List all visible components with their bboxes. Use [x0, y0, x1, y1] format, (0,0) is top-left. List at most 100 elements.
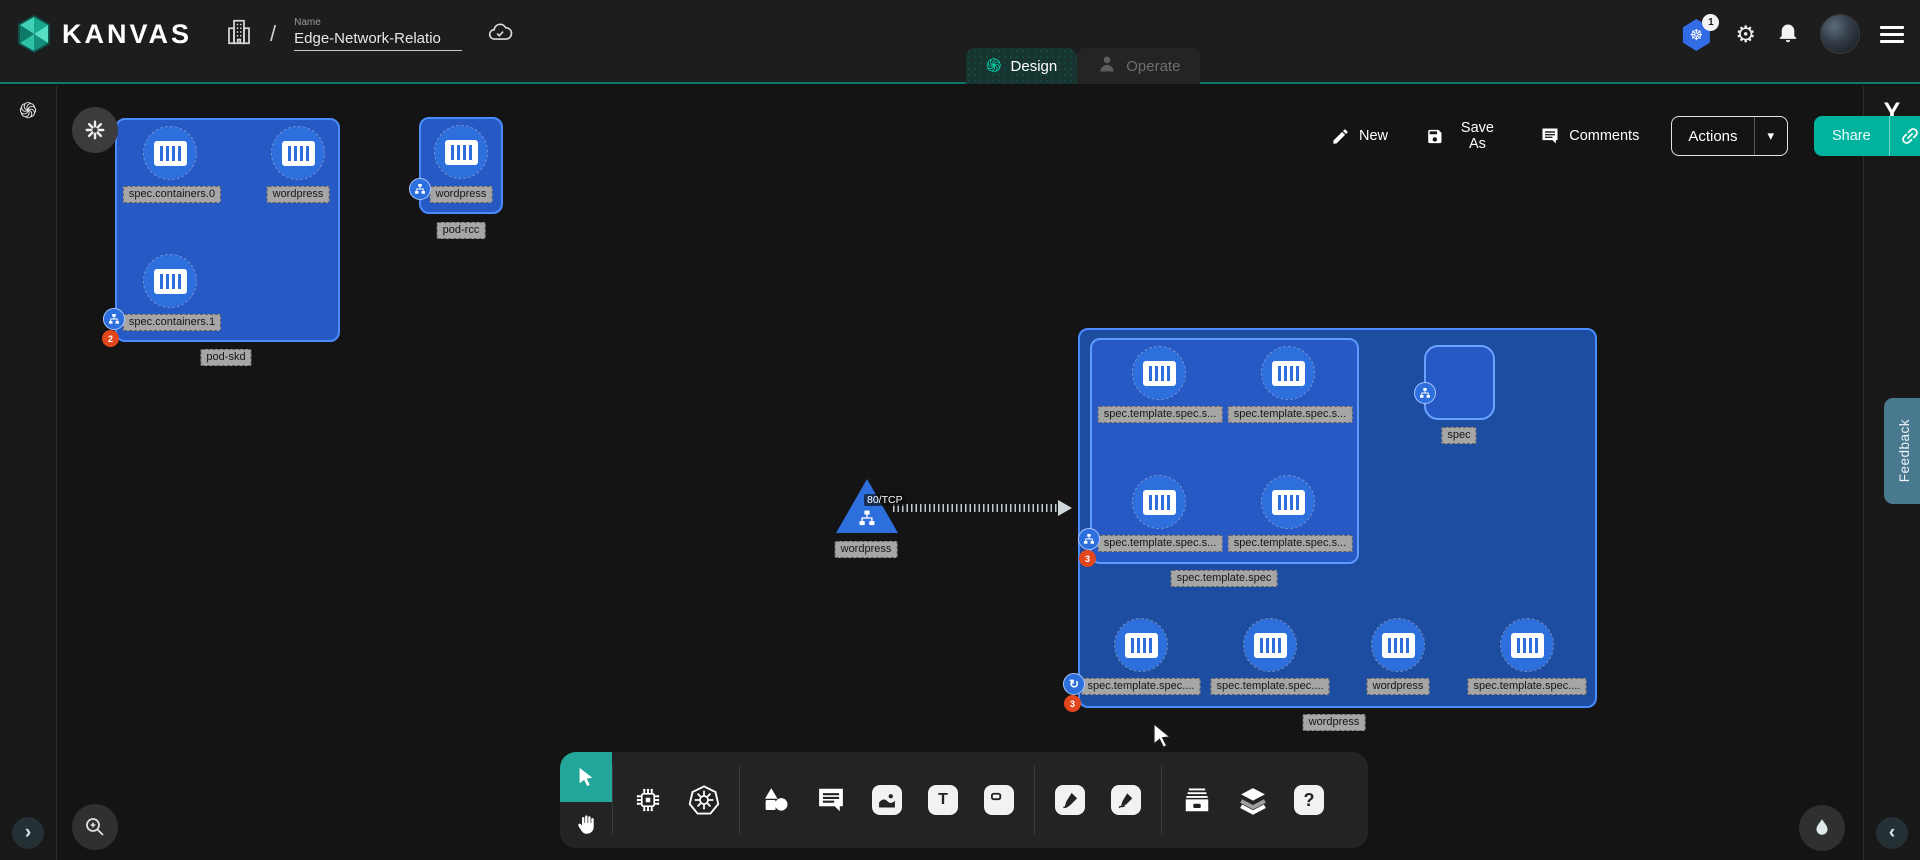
design-action-bar: New Save As Comments Actions ▾ Share: [1325, 116, 1920, 156]
container-icon: [1143, 361, 1176, 386]
link-icon: [1899, 125, 1920, 147]
spec-template-issue-badge[interactable]: 3: [1079, 550, 1096, 567]
spec-node-label[interactable]: spec: [1441, 427, 1476, 444]
node-label[interactable]: spec.containers.0: [123, 186, 221, 203]
node-label[interactable]: spec.template.spec.s...: [1098, 406, 1223, 423]
sketch-tool[interactable]: [1110, 784, 1142, 816]
node-spec-template-4[interactable]: [1262, 476, 1314, 528]
node-label[interactable]: wordpress: [430, 186, 493, 203]
drawer-tool[interactable]: [1181, 784, 1213, 816]
node-label[interactable]: spec.template.spec....: [1468, 678, 1587, 695]
question-mark-icon: ?: [1294, 785, 1324, 815]
service-label[interactable]: wordpress: [835, 541, 898, 558]
tab-design[interactable]: ֍ Design: [966, 48, 1077, 84]
kubernetes-context-switcher[interactable]: ☸ 1: [1681, 16, 1715, 52]
node-label[interactable]: spec.template.spec.s...: [1228, 535, 1353, 552]
group-spec-template-spec[interactable]: [1090, 338, 1359, 564]
settings-gear-icon[interactable]: ⚙: [1735, 23, 1756, 46]
group-label-pod-skd[interactable]: pod-skd: [200, 349, 251, 366]
node-spec[interactable]: [1424, 345, 1495, 420]
note-tool[interactable]: [983, 784, 1015, 816]
comments-button[interactable]: Comments: [1534, 125, 1645, 147]
media-tool[interactable]: [871, 784, 903, 816]
node-pod-skd-wordpress[interactable]: [272, 127, 324, 179]
help-tool[interactable]: ?: [1293, 784, 1325, 816]
ink-droplet-button[interactable]: [1799, 805, 1845, 851]
design-name-input[interactable]: [294, 29, 462, 51]
rotate-glyph: ↻: [1069, 677, 1079, 691]
mouse-cursor: [1150, 722, 1176, 752]
menu-hamburger-icon[interactable]: [1880, 26, 1904, 43]
actions-button[interactable]: Actions: [1672, 117, 1753, 155]
node-deployment-bottom-3[interactable]: [1372, 619, 1424, 671]
service-edge[interactable]: [893, 504, 1061, 512]
node-label[interactable]: spec.template.spec.s...: [1098, 535, 1223, 552]
select-arrow-icon: [575, 766, 597, 788]
node-deployment-bottom-2[interactable]: [1244, 619, 1296, 671]
select-tool-button[interactable]: [560, 752, 612, 802]
node-label[interactable]: spec.template.spec....: [1082, 678, 1201, 695]
container-icon: [1511, 633, 1544, 658]
pod-skd-relationship-icon[interactable]: [103, 308, 125, 330]
kubernetes-wheel-icon: ☸: [1690, 26, 1703, 44]
shapes-tool[interactable]: [759, 784, 791, 816]
actions-dropdown-toggle[interactable]: ▾: [1754, 117, 1787, 155]
meshery-spiral-icon[interactable]: ֍: [19, 100, 37, 122]
group-label-pod-rcc[interactable]: pod-rcc: [437, 222, 486, 239]
node-label[interactable]: spec.containers.1: [123, 314, 221, 331]
pan-tool-button[interactable]: [560, 802, 612, 848]
node-label[interactable]: spec.template.spec.s...: [1228, 406, 1353, 423]
canvas-widget-button[interactable]: [72, 107, 118, 153]
spec-template-relationship-icon[interactable]: [1078, 528, 1100, 550]
deployment-issue-badge[interactable]: 3: [1064, 695, 1081, 712]
layers-tool[interactable]: [1237, 784, 1269, 816]
node-deployment-bottom-4[interactable]: [1501, 619, 1553, 671]
spec-relationship-icon[interactable]: [1414, 382, 1436, 404]
node-spec-containers-1[interactable]: [144, 255, 196, 307]
share-button[interactable]: Share: [1814, 116, 1889, 156]
kubernetes-tool[interactable]: [688, 784, 720, 816]
group-label-spec-template[interactable]: spec.template.spec: [1171, 570, 1278, 587]
container-icon: [445, 140, 478, 165]
notifications-bell-icon[interactable]: [1776, 19, 1800, 50]
container-icon: [1254, 633, 1287, 658]
node-spec-template-3[interactable]: [1133, 476, 1185, 528]
pod-skd-issue-badge[interactable]: 2: [102, 330, 119, 347]
expand-left-panel-button[interactable]: ›: [12, 817, 44, 849]
node-deployment-bottom-1[interactable]: [1115, 619, 1167, 671]
kubernetes-context-badge: 1: [1702, 14, 1719, 31]
save-as-button[interactable]: Save As: [1420, 119, 1508, 153]
save-as-button-label: Save As: [1453, 120, 1503, 152]
deployment-rotate-icon[interactable]: ↻: [1063, 673, 1085, 695]
pen-tool[interactable]: [1054, 784, 1086, 816]
kanvas-logo[interactable]: KANVAS: [16, 14, 192, 54]
mesh-components-tool[interactable]: [632, 784, 664, 816]
copy-link-button[interactable]: [1889, 116, 1920, 156]
pod-rcc-relationship-icon[interactable]: [409, 178, 431, 200]
node-pod-rcc-wordpress[interactable]: [435, 126, 487, 178]
node-label[interactable]: wordpress: [267, 186, 330, 203]
edge-port-label[interactable]: 80/TCP: [864, 494, 906, 506]
organization-building-icon[interactable]: [224, 16, 254, 53]
comment-tool[interactable]: [815, 784, 847, 816]
collapse-right-panel-button[interactable]: ‹: [1876, 817, 1908, 849]
zoom-in-button[interactable]: [72, 804, 118, 850]
node-label[interactable]: spec.template.spec....: [1211, 678, 1330, 695]
left-rail: ֍ ›: [0, 86, 57, 860]
chip-icon: [633, 785, 663, 815]
node-service-wordpress[interactable]: [836, 479, 898, 533]
user-avatar[interactable]: [1820, 14, 1860, 54]
new-button-label: New: [1359, 128, 1388, 144]
feedback-tab[interactable]: Feedback: [1884, 398, 1920, 504]
tab-operate[interactable]: Operate: [1077, 48, 1200, 84]
logo-wordmark: KANVAS: [62, 19, 192, 50]
node-spec-template-2[interactable]: [1262, 347, 1314, 399]
node-label[interactable]: wordpress: [1367, 678, 1430, 695]
kanvas-app: KANVAS / Name: [0, 0, 1920, 860]
tab-operate-label: Operate: [1126, 58, 1180, 75]
text-tool[interactable]: T: [927, 784, 959, 816]
new-button[interactable]: New: [1325, 126, 1394, 147]
group-label-deployment[interactable]: wordpress: [1303, 714, 1366, 731]
node-spec-containers-0[interactable]: [144, 127, 196, 179]
node-spec-template-1[interactable]: [1133, 347, 1185, 399]
